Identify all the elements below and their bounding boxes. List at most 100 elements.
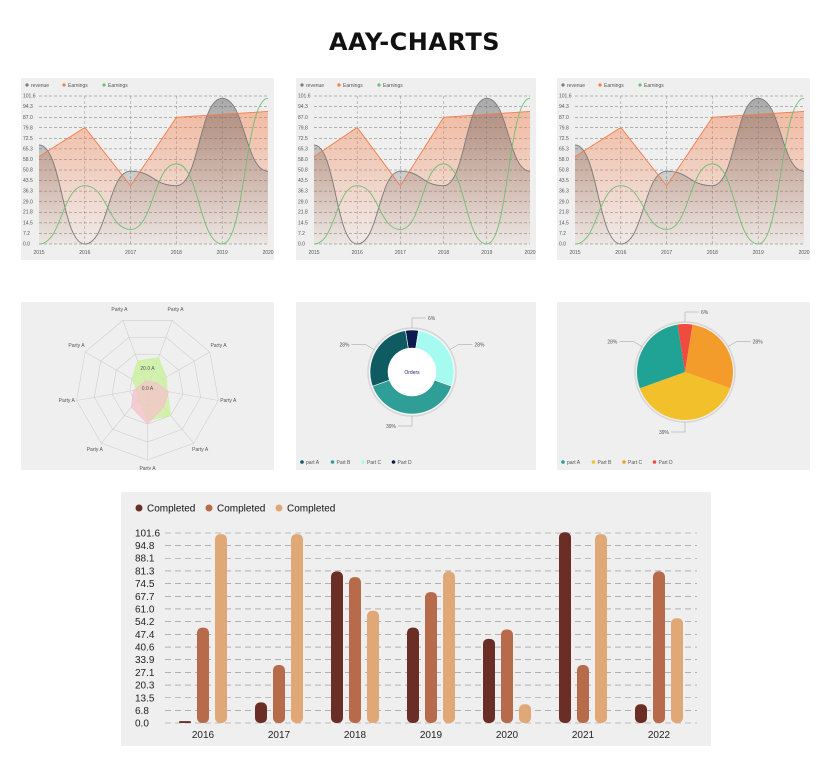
bar (273, 665, 285, 723)
legend-marker (330, 460, 335, 464)
legend-marker (135, 504, 143, 512)
x-tick-label: 2018 (707, 250, 718, 256)
legend-marker (377, 83, 381, 87)
bar (595, 534, 607, 723)
x-tick-label: 2020 (798, 250, 809, 256)
radar-axis-label: Party A (167, 307, 184, 313)
pie-leader-line (351, 344, 375, 350)
x-tick-label: 2016 (352, 250, 363, 256)
legend-label: Completed (287, 504, 335, 515)
y-tick-label: 81.3 (135, 566, 155, 577)
y-tick-label: 43.5 (23, 178, 33, 184)
y-tick-label: 43.5 (298, 178, 308, 184)
y-tick-label: 65.3 (23, 146, 33, 152)
pie-svg: 6% 28% 39% 28% part A Part B Part C Part D (561, 310, 763, 466)
y-tick-label: 87.0 (23, 115, 33, 121)
y-tick-label: 94.3 (559, 104, 569, 110)
legend-marker (561, 460, 565, 464)
legend-marker (622, 460, 626, 464)
bar (407, 627, 419, 723)
y-tick-label: 21.8 (559, 210, 569, 216)
y-tick-label: 7.2 (298, 231, 305, 237)
y-tick-label: 13.5 (135, 693, 155, 704)
bar (483, 638, 495, 723)
radar-svg: Party A Party A Party A Party A Party A Party… (59, 307, 237, 470)
pie-leader-line (411, 317, 426, 328)
y-tick-label: 94.8 (135, 541, 155, 552)
x-tick-label: 2015 (308, 250, 319, 256)
bar-chart-svg: Completed Completed Completed 0.0 6.8 13.520.… (135, 504, 697, 741)
legend-label: part A (567, 460, 581, 466)
x-tick-label: 2020 (262, 250, 273, 256)
x-tick-label: 2019 (420, 730, 443, 741)
y-tick-label: 58.0 (298, 157, 308, 163)
radar-axis-label: Party A (210, 343, 227, 349)
radar-ring-label: 0.0 A (142, 386, 154, 392)
legend-label: Part C (367, 460, 382, 466)
pie-svg: 6% 28% 39% 28% Orders part A Part B Part C Part … (300, 316, 485, 466)
legend-label: revenue (567, 83, 585, 89)
x-tick-label: 2015 (33, 250, 44, 256)
legend-label: Part B (337, 460, 352, 466)
legend-marker (561, 83, 565, 87)
bar (349, 577, 361, 723)
x-tick-label: 2019 (481, 250, 492, 256)
x-tick-label: 2018 (171, 250, 182, 256)
area-chart-svg: revenue Earnings Earnings 0.0 7.2 14.5 21.8 29.… (298, 83, 536, 256)
legend-marker (300, 83, 304, 87)
y-tick-label: 29.0 (23, 199, 33, 205)
pie-leader-line (398, 416, 413, 427)
x-tick-label: 2017 (395, 250, 406, 256)
bar (197, 627, 209, 723)
radar-axis-label: Party A (139, 466, 156, 470)
x-tick-label: 2019 (753, 250, 764, 256)
legend-marker (337, 83, 341, 87)
y-tick-label: 72.5 (559, 136, 569, 142)
legend-label: revenue (306, 83, 324, 89)
legend-marker (300, 460, 304, 464)
y-tick-label: 33.9 (135, 655, 155, 666)
x-tick-label: 2017 (268, 730, 291, 741)
bar (425, 592, 437, 723)
legend-label: Earnings (644, 83, 664, 89)
y-tick-label: 21.8 (298, 210, 308, 216)
y-tick-label: 101.6 (559, 94, 572, 100)
radar-axis-label: Party A (192, 447, 209, 453)
bar (331, 571, 343, 723)
legend-marker (391, 460, 396, 464)
pie-slice-label: 28% (607, 339, 618, 345)
bar-chart: Completed Completed Completed 0.0 6.8 13.5 20.… (121, 492, 711, 746)
y-tick-label: 43.5 (559, 178, 569, 184)
radar-chart: Party A Party A Party A Party A Party A Party… (21, 302, 274, 470)
radar-ring-label: 20.0 A (140, 366, 155, 372)
bar (671, 618, 683, 723)
y-tick-label: 50.8 (298, 168, 308, 174)
legend-label: part A (306, 460, 320, 466)
bar (367, 610, 379, 723)
legend-marker (361, 460, 365, 464)
bar (559, 532, 571, 723)
y-tick-label: 79.8 (559, 125, 569, 131)
y-tick-label: 14.5 (559, 220, 569, 226)
area-chart-svg: revenue Earnings Earnings 0.0 7.2 14.5 21.8 29.… (23, 83, 274, 256)
bar (255, 702, 267, 723)
y-tick-label: 88.1 (135, 554, 155, 565)
x-tick-label: 2016 (79, 250, 90, 256)
y-tick-label: 74.5 (135, 579, 155, 590)
radar-axis-label: Party A (68, 343, 85, 349)
y-tick-label: 94.3 (298, 104, 308, 110)
y-tick-label: 0.0 (559, 242, 566, 248)
y-tick-label: 29.0 (298, 199, 308, 205)
y-tick-label: 36.3 (23, 189, 33, 195)
legend-label: Part B (598, 460, 613, 466)
legend-label: Part D (659, 460, 674, 466)
x-tick-label: 2018 (438, 250, 449, 256)
y-tick-label: 58.0 (23, 157, 33, 163)
y-tick-label: 6.8 (135, 706, 149, 717)
y-tick-label: 27.1 (135, 668, 155, 679)
legend-marker (102, 83, 106, 87)
pie-leader-line (619, 341, 643, 347)
y-tick-label: 94.3 (23, 104, 33, 110)
x-tick-label: 2020 (496, 730, 519, 741)
y-tick-label: 65.3 (298, 146, 308, 152)
